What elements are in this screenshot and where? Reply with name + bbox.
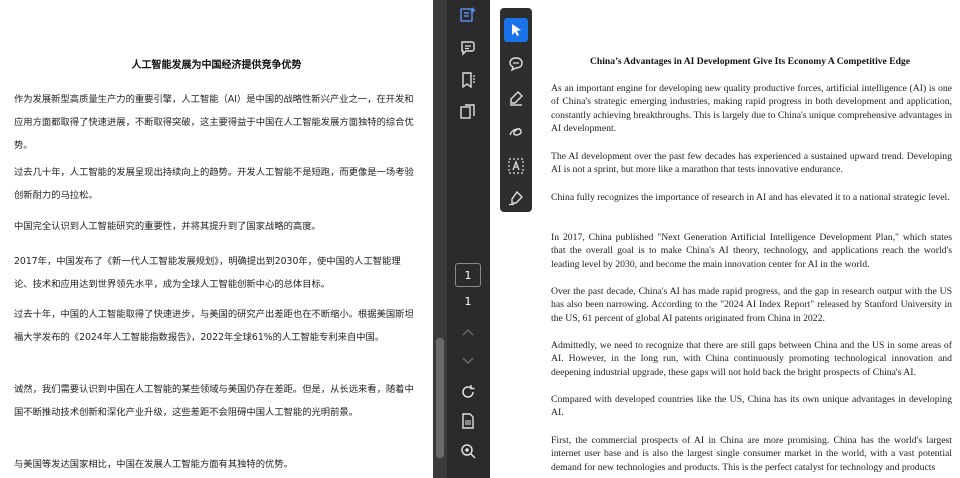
select-pointer-icon[interactable] (504, 18, 528, 42)
annotation-palette (500, 8, 532, 212)
bookmark-icon[interactable] (457, 69, 479, 91)
left-paragraph-7: 与美国等发达国家相比，中国在发展人工智能方面有其独特的优势。 (14, 459, 293, 470)
text-box-icon[interactable] (504, 154, 528, 178)
rotate-icon[interactable] (457, 381, 479, 403)
right-document-title: China’s Advantages in AI Development Giv… (590, 56, 910, 67)
left-scrollbar-thumb[interactable] (436, 338, 444, 458)
chevron-down-icon[interactable] (457, 349, 479, 371)
right-paragraph-4: In 2017, China published "Next Generatio… (551, 232, 952, 270)
right-document-page: China’s Advantages in AI Development Giv… (540, 0, 960, 478)
left-paragraph-2: 过去几十年，人工智能的发展呈现出持续向上的趋势。开发人工智能不是短跑，而更像是一… (14, 167, 414, 201)
chevron-up-icon[interactable] (457, 322, 479, 344)
freehand-draw-icon[interactable] (504, 120, 528, 144)
right-paragraph-8: First, the commercial prospects of AI in… (551, 435, 952, 473)
right-paragraph-7: Compared with developed countries like t… (551, 394, 952, 419)
left-paragraph-6: 诚然，我们需要认识到中国在人工智能的某些领域与美国仍存在差距。但是，从长远来看，… (14, 384, 414, 418)
left-paragraph-5: 过去十年，中国的人工智能取得了快速进步，与美国的研究产出差距也在不断缩小。根据美… (14, 309, 414, 343)
left-document-page: 人工智能发展为中国经济提供竞争优势 作为发展新型高质量生产力的重要引擎，人工智能… (0, 0, 433, 478)
right-paragraph-3: China fully recognizes the importance of… (551, 192, 950, 203)
left-paragraph-4: 2017年，中国发布了《新一代人工智能发展规划》，明确提出到2030年，使中国的… (14, 256, 401, 290)
left-document-title: 人工智能发展为中国经济提供竞争优势 (131, 60, 302, 71)
ai-assistant-icon[interactable] (457, 4, 479, 26)
highlight-pen-icon[interactable] (504, 86, 528, 110)
left-scrollbar[interactable] (433, 0, 447, 478)
left-paragraph-3: 中国完全认识到人工智能研究的重要性，并将其提升到了国家战略的高度。 (14, 221, 321, 232)
right-paragraph-6: Admittedly, we need to recognize that th… (551, 340, 952, 378)
current-page-input[interactable]: 1 (455, 263, 481, 287)
comment-icon[interactable] (504, 52, 528, 76)
total-pages: 1 (464, 295, 472, 308)
comment-list-icon[interactable] (457, 37, 479, 59)
right-paragraph-5: Over the past decade, China's AI has mad… (551, 286, 952, 324)
right-paragraph-1: As an important engine for developing ne… (551, 83, 952, 135)
right-paragraph-2: The AI development over the past few dec… (551, 151, 952, 176)
side-toolbar: 1 1 (447, 0, 490, 478)
pages-icon[interactable] (457, 101, 479, 123)
left-paragraph-1: 作为发展新型高质量生产力的重要引擎，人工智能（AI）是中国的战略性新兴产业之一，… (14, 94, 414, 151)
fit-page-icon[interactable] (457, 410, 479, 432)
zoom-in-icon[interactable] (457, 440, 479, 462)
sign-icon[interactable] (504, 186, 528, 210)
